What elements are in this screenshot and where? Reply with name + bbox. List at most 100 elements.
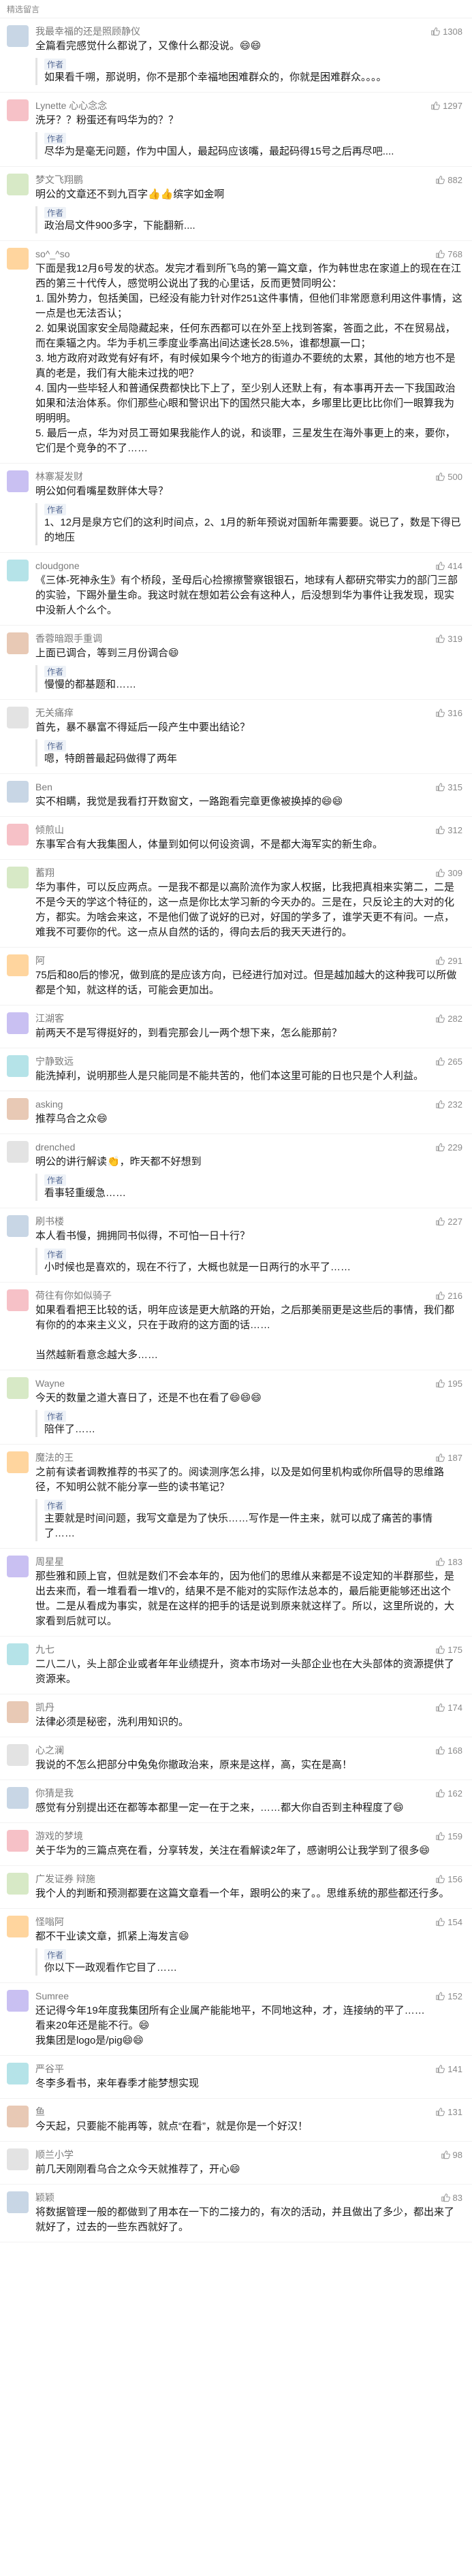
like-button[interactable]: 183 (435, 1557, 462, 1567)
like-button[interactable]: 309 (435, 868, 462, 878)
avatar[interactable] (7, 1643, 29, 1665)
like-button[interactable]: 195 (435, 1379, 462, 1389)
like-button[interactable]: 152 (435, 1991, 462, 2001)
avatar[interactable] (7, 1990, 29, 2012)
avatar[interactable] (7, 25, 29, 47)
like-button[interactable]: 227 (435, 1217, 462, 1227)
avatar[interactable] (7, 1215, 29, 1237)
comment-author-name[interactable]: 颖颖 (35, 2191, 54, 2204)
comment-author-name[interactable]: 宁静致远 (35, 1054, 74, 1068)
comment-author-name[interactable]: Wayne (35, 1378, 65, 1389)
avatar[interactable] (7, 174, 29, 195)
like-button[interactable]: 98 (441, 2150, 462, 2160)
comment-author-name[interactable]: 周星星 (35, 1555, 64, 1568)
avatar[interactable] (7, 1012, 29, 1034)
like-button[interactable]: 1297 (430, 101, 462, 111)
avatar[interactable] (7, 1451, 29, 1473)
comment-author-name[interactable]: drenched (35, 1142, 75, 1153)
comment-author-name[interactable]: 游戏的梦境 (35, 1829, 83, 1843)
comment-author-name[interactable]: 广发证券 辩施 (35, 1872, 95, 1886)
comment-author-name[interactable]: 魔法的王 (35, 1451, 74, 1464)
avatar[interactable] (7, 632, 29, 654)
like-button[interactable]: 882 (435, 175, 462, 185)
comment-author-name[interactable]: 心之澜 (35, 1743, 64, 1757)
comment-author-name[interactable]: 倾煎山 (35, 823, 64, 837)
avatar[interactable] (7, 1830, 29, 1852)
like-button[interactable]: 131 (435, 2107, 462, 2117)
avatar[interactable] (7, 781, 29, 803)
comment-author-name[interactable]: 凯丹 (35, 1701, 54, 1714)
comment-author-name[interactable]: 九七 (35, 1643, 54, 1656)
avatar[interactable] (7, 1098, 29, 1120)
thumb-up-icon (436, 1217, 445, 1226)
comment-author-name[interactable]: 梦文飞翔鹏 (35, 173, 83, 187)
avatar[interactable] (7, 1289, 29, 1311)
like-button[interactable]: 1308 (430, 27, 462, 37)
avatar[interactable] (7, 1916, 29, 1937)
avatar[interactable] (7, 1556, 29, 1577)
comment-author-name[interactable]: 林寨凝发财 (35, 470, 83, 483)
comment-author-name[interactable]: 香蓉暗跟手重调 (35, 632, 102, 645)
comment-author-name[interactable]: 江湖客 (35, 1012, 64, 1025)
like-button[interactable]: 282 (435, 1014, 462, 1024)
comment-author-name[interactable]: 严谷平 (35, 2062, 64, 2076)
like-button[interactable]: 291 (435, 956, 462, 966)
comment-author-name[interactable]: asking (35, 1099, 63, 1110)
comment-author-name[interactable]: cloudgone (35, 560, 80, 571)
avatar[interactable] (7, 248, 29, 270)
like-button[interactable]: 83 (441, 2193, 462, 2203)
avatar[interactable] (7, 1055, 29, 1077)
like-button[interactable]: 265 (435, 1057, 462, 1067)
avatar[interactable] (7, 470, 29, 492)
avatar[interactable] (7, 824, 29, 846)
avatar[interactable] (7, 1744, 29, 1766)
like-button[interactable]: 315 (435, 782, 462, 792)
avatar[interactable] (7, 1377, 29, 1399)
avatar[interactable] (7, 2191, 29, 2213)
avatar[interactable] (7, 867, 29, 888)
like-button[interactable]: 168 (435, 1745, 462, 1756)
like-button[interactable]: 174 (435, 1703, 462, 1713)
like-button[interactable]: 187 (435, 1453, 462, 1463)
like-button[interactable]: 154 (435, 1917, 462, 1927)
like-button[interactable]: 216 (435, 1291, 462, 1301)
like-button[interactable]: 414 (435, 561, 462, 571)
avatar[interactable] (7, 99, 29, 121)
comment-author-name[interactable]: 鱼 (35, 2105, 45, 2119)
avatar[interactable] (7, 2148, 29, 2170)
like-button[interactable]: 316 (435, 708, 462, 718)
like-button[interactable]: 768 (435, 249, 462, 259)
like-button[interactable]: 319 (435, 634, 462, 644)
avatar[interactable] (7, 560, 29, 581)
comment-author-name[interactable]: 荷往有你如似骑子 (35, 1289, 112, 1302)
like-button[interactable]: 141 (435, 2064, 462, 2074)
comment-author-name[interactable]: 你猜是我 (35, 1786, 74, 1800)
comment-author-name[interactable]: Sumree (35, 1991, 69, 2001)
comment-author-name[interactable]: 阿 (35, 954, 45, 967)
comment-author-name[interactable]: 刷书楼 (35, 1214, 64, 1228)
like-button[interactable]: 500 (435, 472, 462, 482)
like-button[interactable]: 232 (435, 1099, 462, 1110)
comment-author-name[interactable]: 蓄翔 (35, 866, 54, 880)
like-button[interactable]: 312 (435, 825, 462, 835)
like-button[interactable]: 156 (435, 1874, 462, 1884)
like-button[interactable]: 159 (435, 1831, 462, 1841)
like-button[interactable]: 175 (435, 1645, 462, 1655)
comment-author-name[interactable]: Ben (35, 782, 52, 792)
avatar[interactable] (7, 1873, 29, 1895)
like-button[interactable]: 162 (435, 1788, 462, 1799)
avatar[interactable] (7, 1787, 29, 1809)
avatar[interactable] (7, 1141, 29, 1163)
comment-author-name[interactable]: 怪嗡阿 (35, 1915, 64, 1929)
comment-author-name[interactable]: Lynette 心心念念 (35, 99, 107, 112)
comment-author-name[interactable]: 我最幸福的还是照顾静仪 (35, 25, 140, 38)
avatar[interactable] (7, 2063, 29, 2084)
avatar[interactable] (7, 2106, 29, 2127)
comment-author-name[interactable]: 顺兰小学 (35, 2148, 74, 2161)
comment-author-name[interactable]: so^_^so (35, 248, 70, 259)
like-button[interactable]: 229 (435, 1142, 462, 1153)
avatar[interactable] (7, 954, 29, 976)
comment-author-name[interactable]: 无关痛痒 (35, 706, 74, 720)
avatar[interactable] (7, 1701, 29, 1723)
avatar[interactable] (7, 707, 29, 728)
